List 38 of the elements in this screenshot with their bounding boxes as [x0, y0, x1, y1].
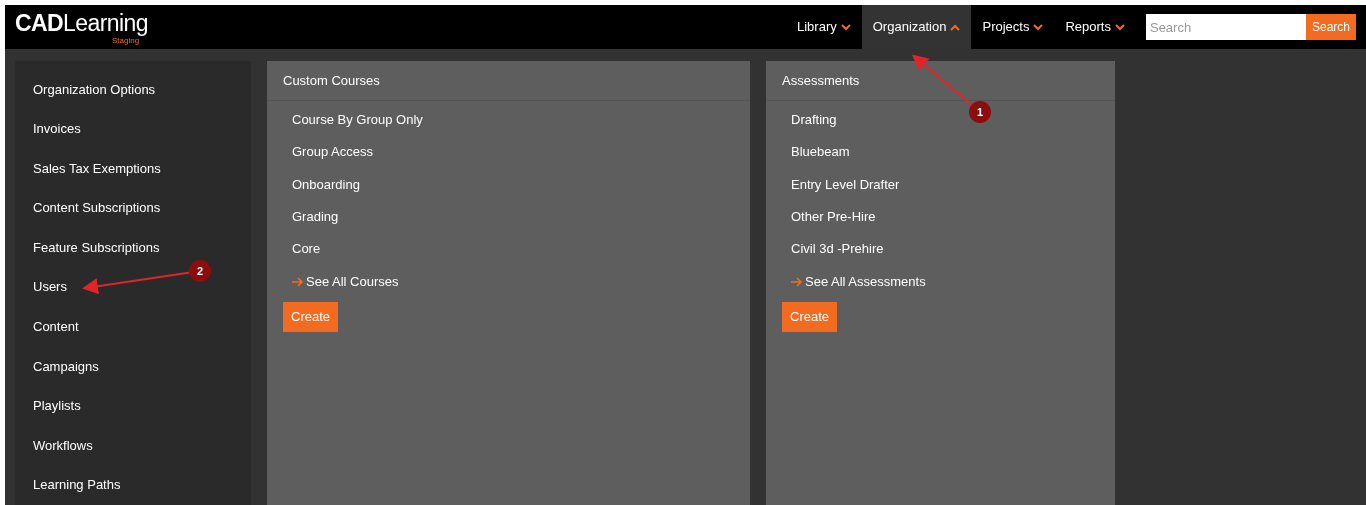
chevron-down-icon	[1114, 23, 1125, 31]
menu-item[interactable]: Feature Subscriptions	[33, 227, 160, 268]
nav-menu-item[interactable]: Library	[786, 5, 862, 50]
panel-title: Assessments	[782, 72, 860, 91]
chevron-up-icon	[950, 23, 961, 31]
arrow-right-icon	[791, 276, 803, 287]
panel-title: Custom Courses	[283, 72, 380, 91]
menu-item[interactable]: Workflows	[33, 425, 93, 466]
menu-item[interactable]: Invoices	[33, 109, 81, 149]
see-all-link[interactable]: See All Courses	[292, 265, 399, 298]
panel-link[interactable]: Entry Level Drafter	[791, 168, 900, 201]
nav-menu-item[interactable]: Organization	[861, 5, 972, 50]
nav-menu-item[interactable]: Reports	[1054, 5, 1136, 50]
nav-menu-item[interactable]: Projects	[971, 5, 1055, 50]
menu-item[interactable]: Content	[33, 307, 79, 347]
panel-link[interactable]: Onboarding	[292, 168, 360, 201]
panel-link[interactable]: Course By Group Only	[292, 103, 423, 136]
menu-item[interactable]: Learning Paths	[33, 465, 121, 505]
menu-item[interactable]: Content Subscriptions	[33, 188, 161, 228]
menu-item[interactable]: Organization Options	[33, 69, 156, 110]
panel-link[interactable]: Group Access	[292, 135, 373, 169]
environment-label: Staging	[112, 35, 140, 45]
panel-link[interactable]: Bluebeam	[791, 135, 850, 169]
chevron-down-icon	[840, 23, 851, 31]
arrow-right-icon	[292, 276, 304, 287]
search-field[interactable]: Search	[1145, 14, 1306, 41]
logo[interactable]: CADLearning	[15, 9, 149, 36]
panel-link[interactable]: Core	[292, 233, 321, 266]
panel-link[interactable]: Drafting	[791, 103, 837, 136]
menu-item[interactable]: Playlists	[33, 386, 81, 426]
panel-link[interactable]: Grading	[292, 200, 339, 234]
chevron-down-icon	[1033, 23, 1044, 31]
menu-item[interactable]: Sales Tax Exemptions	[33, 148, 161, 189]
menu-item[interactable]: Users	[33, 267, 67, 308]
panel-link[interactable]: Other Pre-Hire	[791, 200, 876, 234]
see-all-link[interactable]: See All Assessments	[791, 265, 926, 298]
panel-link[interactable]: Civil 3d -Prehire	[791, 233, 884, 266]
menu-item[interactable]: Campaigns	[33, 346, 99, 387]
